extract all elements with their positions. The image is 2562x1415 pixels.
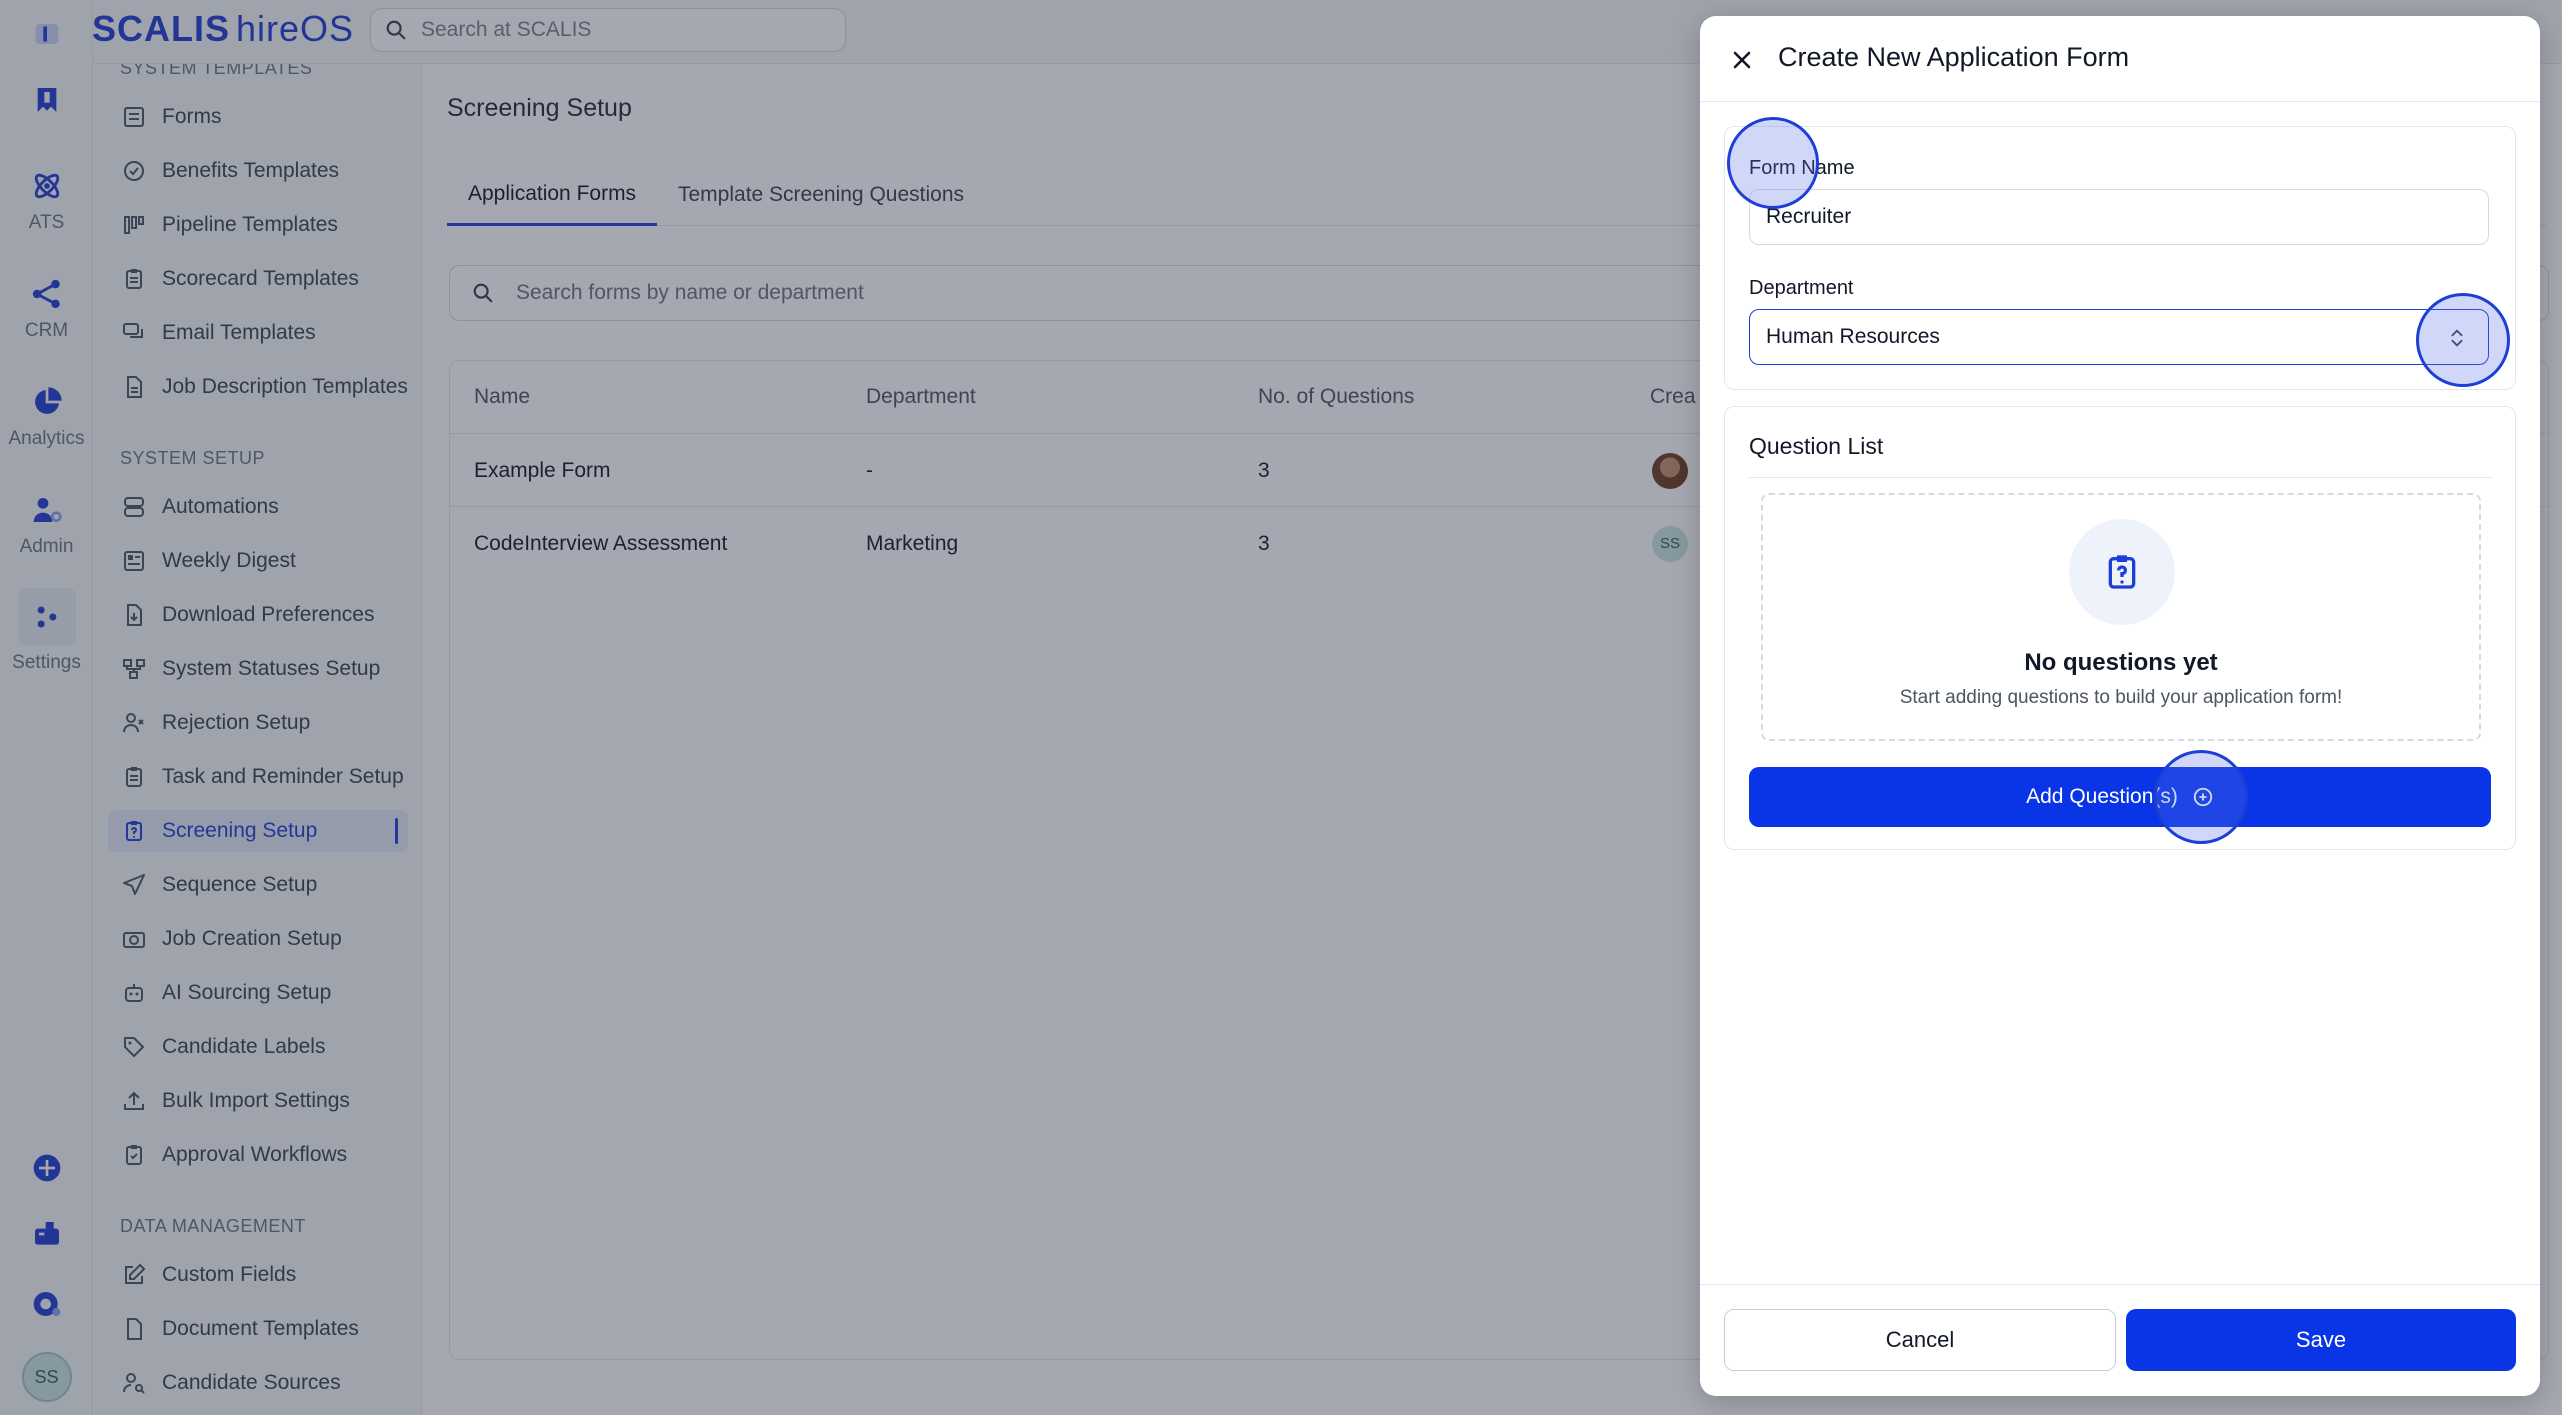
question-list-card: Question List No questions yet Start add… <box>1724 406 2516 850</box>
close-icon <box>1733 51 1751 69</box>
form-name-input[interactable]: Recruiter <box>1749 189 2489 245</box>
save-button[interactable]: Save <box>2126 1309 2516 1371</box>
click-indicator <box>2154 750 2248 844</box>
department-value: Human Resources <box>1766 325 1940 348</box>
question-list-title: Question List <box>1749 433 1884 459</box>
modal-header: Create New Application Form <box>1700 16 2540 102</box>
clipboard-question-icon <box>2108 555 2136 589</box>
form-details-card: Form Name Recruiter Department Human Res… <box>1724 126 2516 390</box>
empty-state-badge <box>2069 519 2175 625</box>
click-indicator <box>2416 293 2510 387</box>
empty-state-subtitle: Start adding questions to build your app… <box>1899 687 2343 708</box>
empty-state: No questions yet Start adding questions … <box>1761 493 2481 741</box>
department-select[interactable]: Human Resources <box>1749 309 2489 365</box>
empty-state-title: No questions yet <box>2024 649 2218 676</box>
modal-footer: Cancel Save <box>1700 1284 2540 1396</box>
add-question-button[interactable]: Add Question(s) <box>1749 767 2491 827</box>
close-button[interactable] <box>1722 40 1762 80</box>
department-label: Department <box>1749 277 1854 299</box>
click-indicator <box>1727 117 1819 209</box>
cancel-button[interactable]: Cancel <box>1724 1309 2116 1371</box>
divider <box>1749 477 2493 478</box>
create-form-modal: Create New Application Form Form Name Re… <box>1700 16 2540 1396</box>
modal-title: Create New Application Form <box>1778 42 2130 72</box>
